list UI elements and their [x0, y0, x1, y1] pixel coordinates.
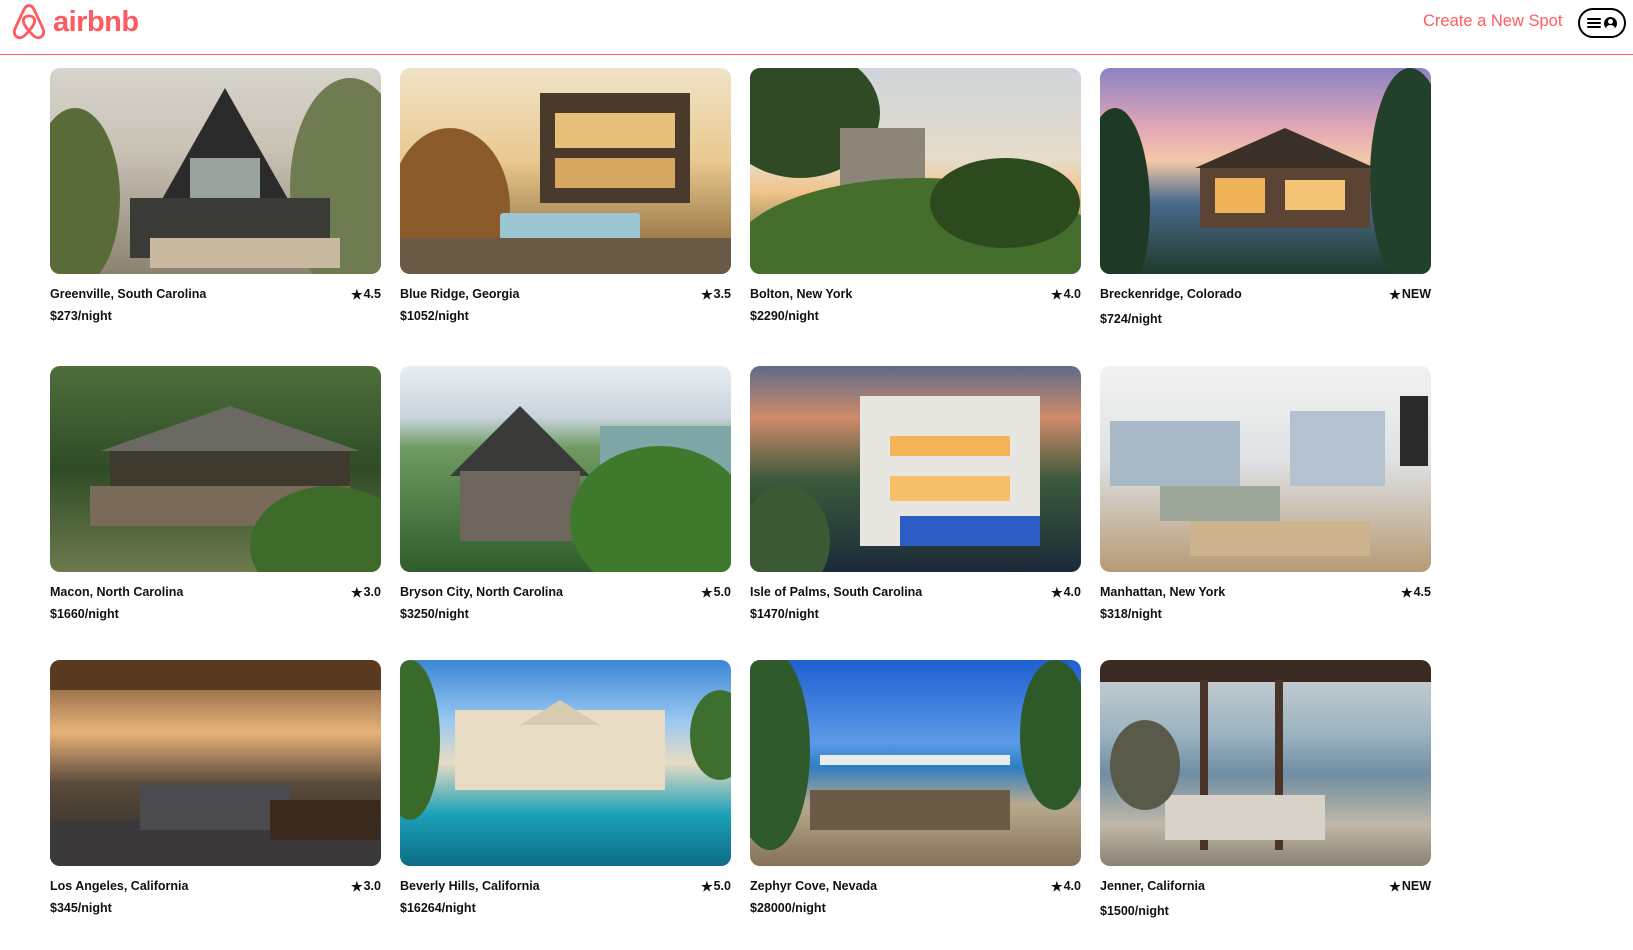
star-icon: ★ [700, 584, 713, 600]
spot-image [1100, 68, 1431, 274]
rating-value: 5.0 [713, 585, 731, 599]
rating-value: 4.0 [1063, 287, 1081, 301]
spot-card[interactable]: Blue Ridge, Georgia ★ 3.5 $1052/night [400, 68, 731, 323]
spot-price: $2290/night [750, 309, 819, 323]
star-icon: ★ [350, 584, 363, 600]
hamburger-icon [1587, 18, 1601, 28]
spot-location: Blue Ridge, Georgia [400, 287, 520, 301]
user-circle-icon [1604, 16, 1617, 30]
spot-image [50, 366, 381, 572]
spot-image [400, 366, 731, 572]
rating-value: 3.5 [713, 287, 731, 301]
spot-price: $1660/night [50, 607, 119, 621]
spot-image [750, 366, 1081, 572]
spot-image [50, 68, 381, 274]
star-icon: ★ [1400, 584, 1413, 600]
spot-image [400, 68, 731, 274]
spot-card[interactable]: Greenville, South Carolina ★ 4.5 $273/nig… [50, 68, 381, 323]
spot-price: $1052/night [400, 309, 469, 323]
spot-rating: ★ 4.5 [351, 287, 381, 301]
rating-value: 3.0 [363, 879, 381, 893]
spot-card[interactable]: Isle of Palms, South Carolina ★ 4.0 $1470… [750, 366, 1081, 621]
rating-value: NEW [1401, 287, 1431, 301]
star-icon: ★ [700, 286, 713, 302]
spot-location: Greenville, South Carolina [50, 287, 207, 301]
spot-rating: ★ 3.5 [701, 287, 731, 301]
home-logo-link[interactable]: airbnb [10, 2, 139, 42]
spot-image [50, 660, 381, 866]
star-icon: ★ [1389, 286, 1401, 302]
spot-rating: ★ NEW [1389, 879, 1431, 893]
rating-value: NEW [1401, 879, 1431, 893]
rating-value: 4.5 [363, 287, 381, 301]
spot-location: Los Angeles, California [50, 879, 189, 893]
spot-rating: ★ 4.0 [1051, 287, 1081, 301]
spot-card[interactable]: Los Angeles, California ★ 3.0 $345/night [50, 660, 381, 915]
spot-location: Breckenridge, Colorado [1100, 287, 1242, 301]
rating-value: 3.0 [363, 585, 381, 599]
spot-image [750, 660, 1081, 866]
spot-location: Zephyr Cove, Nevada [750, 879, 878, 893]
spot-image [750, 68, 1081, 274]
spot-card[interactable]: Bolton, New York ★ 4.0 $2290/night [750, 68, 1081, 323]
rating-value: 5.0 [713, 879, 731, 893]
rating-value: 4.0 [1063, 585, 1081, 599]
spot-rating: ★ 3.0 [351, 879, 381, 893]
spot-card[interactable]: Breckenridge, Colorado ★ NEW $724/night [1100, 68, 1431, 326]
spot-price: $724/night [1100, 312, 1162, 326]
spot-location: Macon, North Carolina [50, 585, 184, 599]
star-icon: ★ [1389, 878, 1401, 894]
rating-value: 4.5 [1413, 585, 1431, 599]
star-icon: ★ [1050, 286, 1063, 302]
spot-location: Bryson City, North Carolina [400, 585, 563, 599]
spot-card[interactable]: Zephyr Cove, Nevada ★ 4.0 $28000/night [750, 660, 1081, 915]
spot-rating: ★ NEW [1389, 287, 1431, 301]
spot-location: Bolton, New York [750, 287, 853, 301]
star-icon: ★ [350, 878, 363, 894]
spot-location: Manhattan, New York [1100, 585, 1226, 599]
spot-card[interactable]: Bryson City, North Carolina ★ 5.0 $3250/n… [400, 366, 731, 621]
star-icon: ★ [350, 286, 363, 302]
spot-card[interactable]: Jenner, California ★ NEW $1500/night [1100, 660, 1431, 918]
top-nav: airbnb Create a New Spot [0, 0, 1633, 55]
star-icon: ★ [1050, 584, 1063, 600]
star-icon: ★ [1050, 878, 1063, 894]
spot-image [1100, 660, 1431, 866]
spot-card[interactable]: Beverly Hills, California ★ 5.0 $16264/ni… [400, 660, 731, 915]
spot-rating: ★ 5.0 [701, 879, 731, 893]
logo-text: airbnb [53, 5, 139, 38]
rating-value: 4.0 [1063, 879, 1081, 893]
spot-rating: ★ 4.5 [1401, 585, 1431, 599]
spot-image [1100, 366, 1431, 572]
profile-menu-button[interactable] [1578, 8, 1626, 38]
spot-card[interactable]: Macon, North Carolina ★ 3.0 $1660/night [50, 366, 381, 621]
spot-price: $1470/night [750, 607, 819, 621]
star-icon: ★ [700, 878, 713, 894]
create-new-spot-link[interactable]: Create a New Spot [1423, 12, 1562, 31]
spot-rating: ★ 5.0 [701, 585, 731, 599]
spot-location: Isle of Palms, South Carolina [750, 585, 923, 599]
spot-price: $1500/night [1100, 904, 1169, 918]
spot-price: $318/night [1100, 607, 1162, 621]
spot-price: $273/night [50, 309, 112, 323]
airbnb-belo-icon [12, 4, 46, 40]
spot-rating: ★ 4.0 [1051, 585, 1081, 599]
spot-location: Jenner, California [1100, 879, 1205, 893]
spot-price: $3250/night [400, 607, 469, 621]
spot-rating: ★ 4.0 [1051, 879, 1081, 893]
spot-card[interactable]: Manhattan, New York ★ 4.5 $318/night [1100, 366, 1431, 621]
spot-price: $16264/night [400, 901, 476, 915]
spot-location: Beverly Hills, California [400, 879, 540, 893]
spot-image [400, 660, 731, 866]
spot-price: $28000/night [750, 901, 826, 915]
spot-price: $345/night [50, 901, 112, 915]
spot-rating: ★ 3.0 [351, 585, 381, 599]
